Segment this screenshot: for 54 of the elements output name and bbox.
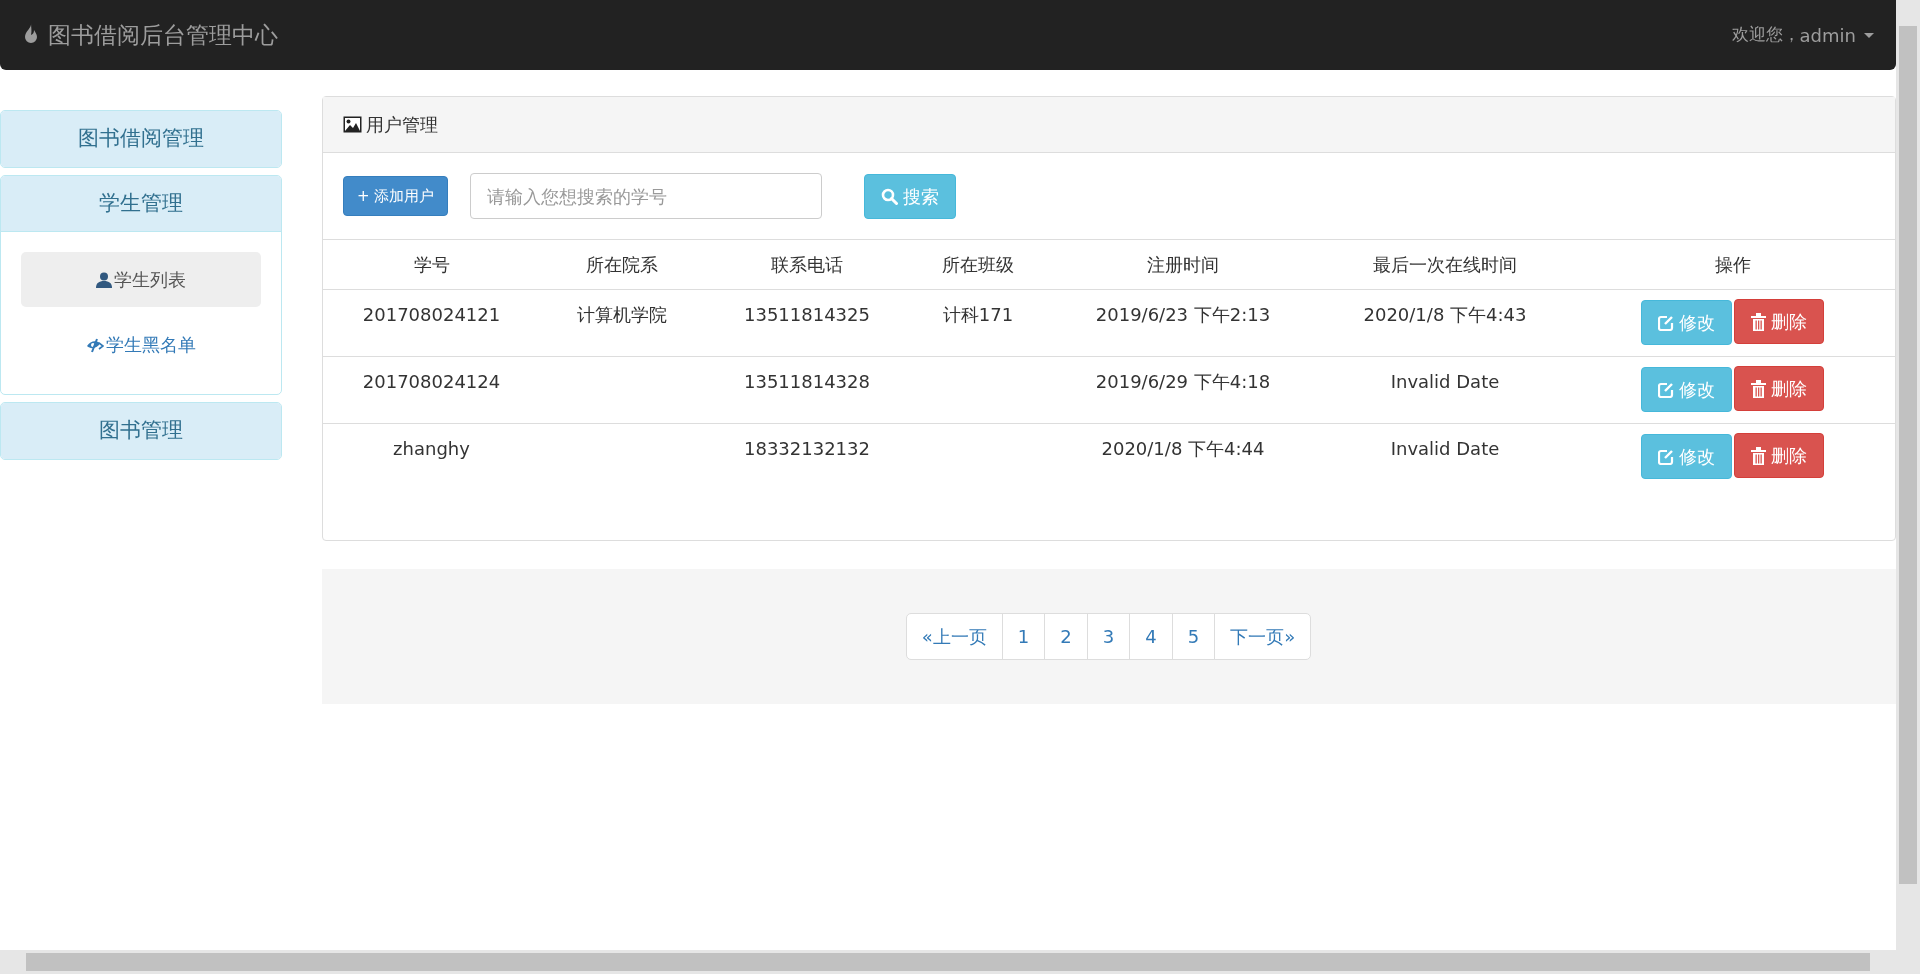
delete-button[interactable]: 删除 <box>1734 366 1824 411</box>
table-cell: 2020/1/8 下午4:43 <box>1363 304 1527 325</box>
table-cell: 计算机学院 <box>577 304 667 325</box>
eye-slash-icon <box>86 336 104 353</box>
previous-page-link[interactable]: «上一页 <box>905 613 1003 660</box>
column-header: 最后一次在线时间 <box>1320 240 1570 290</box>
next-page-link[interactable]: 下一页» <box>1214 613 1312 660</box>
user-dropdown[interactable]: admin <box>1799 21 1874 49</box>
sidebar-group-header[interactable]: 图书管理 <box>1 403 281 459</box>
trash-icon <box>1751 446 1766 465</box>
person-icon <box>96 271 112 288</box>
add-user-button[interactable]: + 添加用户 <box>343 175 449 217</box>
edit-icon <box>1658 448 1674 465</box>
image-icon <box>343 116 362 133</box>
table-cell: 201708024124 <box>362 371 501 392</box>
table-cell: 2019/6/23 下午2:13 <box>1095 304 1271 325</box>
panel-title: 用户管理 <box>366 113 438 137</box>
page-link[interactable]: 3 <box>1086 613 1131 660</box>
page-link[interactable]: 2 <box>1044 613 1088 660</box>
column-header: 注册时间 <box>1046 240 1320 290</box>
column-header: 联系电话 <box>704 240 910 290</box>
search-icon <box>881 187 899 205</box>
column-header: 学号 <box>323 240 540 290</box>
trash-icon <box>1751 312 1766 331</box>
table-cell: Invalid Date <box>1390 438 1500 459</box>
brand-title[interactable]: 图书借阅后台管理中心 <box>48 17 278 53</box>
delete-button[interactable]: 删除 <box>1734 433 1824 478</box>
page-link[interactable]: 5 <box>1171 613 1216 660</box>
table-cell: zhanghy <box>393 438 470 459</box>
table-cell: 2020/1/8 下午4:44 <box>1101 438 1265 459</box>
table-cell: Invalid Date <box>1390 371 1500 392</box>
table-cell: 13511814328 <box>744 371 870 392</box>
sidebar-group-header[interactable]: 图书借阅管理 <box>1 111 281 167</box>
horizontal-scrollbar[interactable] <box>0 950 1896 974</box>
page-link[interactable]: 1 <box>1001 613 1046 660</box>
sidebar-group-header[interactable]: 学生管理 <box>1 175 281 232</box>
table-cell: 18332132132 <box>744 438 870 459</box>
table-cell: 201708024121 <box>362 304 501 325</box>
trash-icon <box>1751 379 1766 398</box>
table-cell: 计科171 <box>942 304 1014 325</box>
column-header: 所在班级 <box>910 240 1046 290</box>
column-header: 所在院系 <box>540 240 704 290</box>
search-field[interactable]: 请输入您想搜索的学号 <box>470 173 823 219</box>
welcome-text: 欢迎您， <box>1731 23 1800 47</box>
edit-icon <box>1658 381 1674 398</box>
column-header: 操作 <box>1570 240 1895 290</box>
delete-button[interactable]: 删除 <box>1734 299 1824 344</box>
table-cell: 2019/6/29 下午4:18 <box>1095 371 1271 392</box>
table-cell: 13511814325 <box>744 304 870 325</box>
vertical-scrollbar[interactable] <box>1896 0 1920 974</box>
sidebar-item[interactable]: 学生黑名单 <box>21 317 261 372</box>
page-link[interactable]: 4 <box>1129 613 1173 660</box>
edit-icon <box>1658 314 1674 331</box>
sidebar-item[interactable]: 学生列表 <box>21 252 261 307</box>
